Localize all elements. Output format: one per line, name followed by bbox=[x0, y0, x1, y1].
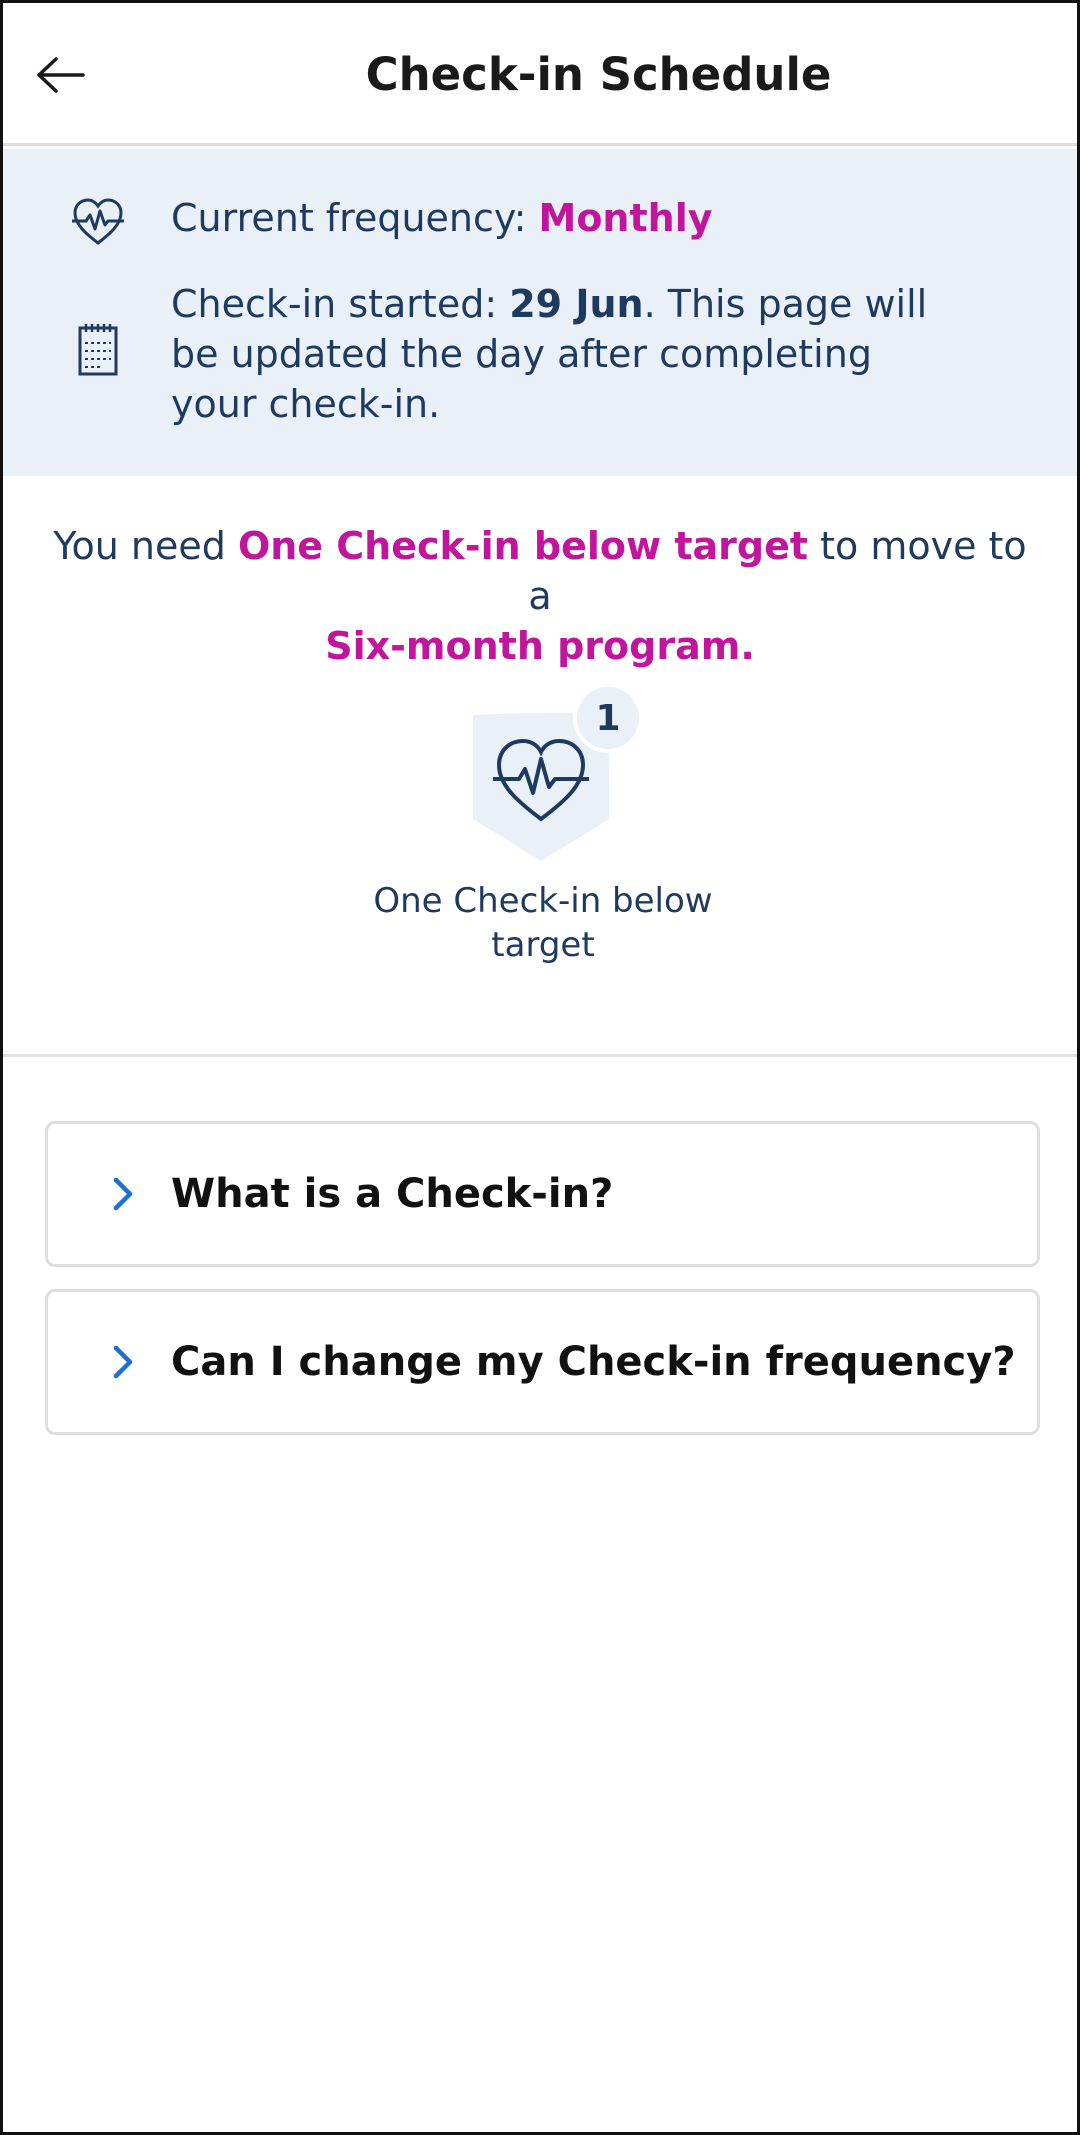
heart-pulse-icon bbox=[69, 193, 127, 251]
section-divider bbox=[3, 1054, 1077, 1057]
frequency-label: Current frequency: bbox=[171, 196, 539, 240]
started-text: Check-in started: 29 Jun. This page will… bbox=[171, 279, 967, 429]
started-date: 29 Jun bbox=[509, 282, 644, 326]
badge-label: One Check-in below target bbox=[373, 881, 713, 965]
app-header: Check-in Schedule bbox=[3, 3, 1077, 146]
faq-change-frequency[interactable]: Can I change my Check-in frequency? bbox=[45, 1289, 1040, 1435]
chevron-right-icon bbox=[106, 1340, 142, 1384]
started-label: Check-in started: bbox=[171, 282, 510, 326]
calendar-icon bbox=[69, 321, 127, 379]
target-message: You need One Check-in below target to mo… bbox=[43, 521, 1037, 671]
info-panel: Current frequency: Monthly Check-in star… bbox=[3, 149, 1077, 476]
frequency-value: Monthly bbox=[538, 196, 713, 240]
faq-label: Can I change my Check-in frequency? bbox=[171, 1339, 1016, 1385]
faq-label: What is a Check-in? bbox=[171, 1171, 614, 1217]
page-title: Check-in Schedule bbox=[365, 48, 832, 101]
frequency-text: Current frequency: Monthly bbox=[171, 193, 967, 243]
target-prefix: You need bbox=[53, 524, 238, 568]
screen: Check-in Schedule Current frequency: Mon… bbox=[0, 0, 1080, 2135]
target-highlight: One Check-in below target bbox=[237, 524, 809, 568]
badge-count: 1 bbox=[573, 683, 643, 753]
faq-what-is-checkin[interactable]: What is a Check-in? bbox=[45, 1121, 1040, 1267]
chevron-right-icon bbox=[106, 1172, 142, 1216]
target-program: Six-month program. bbox=[325, 624, 755, 668]
